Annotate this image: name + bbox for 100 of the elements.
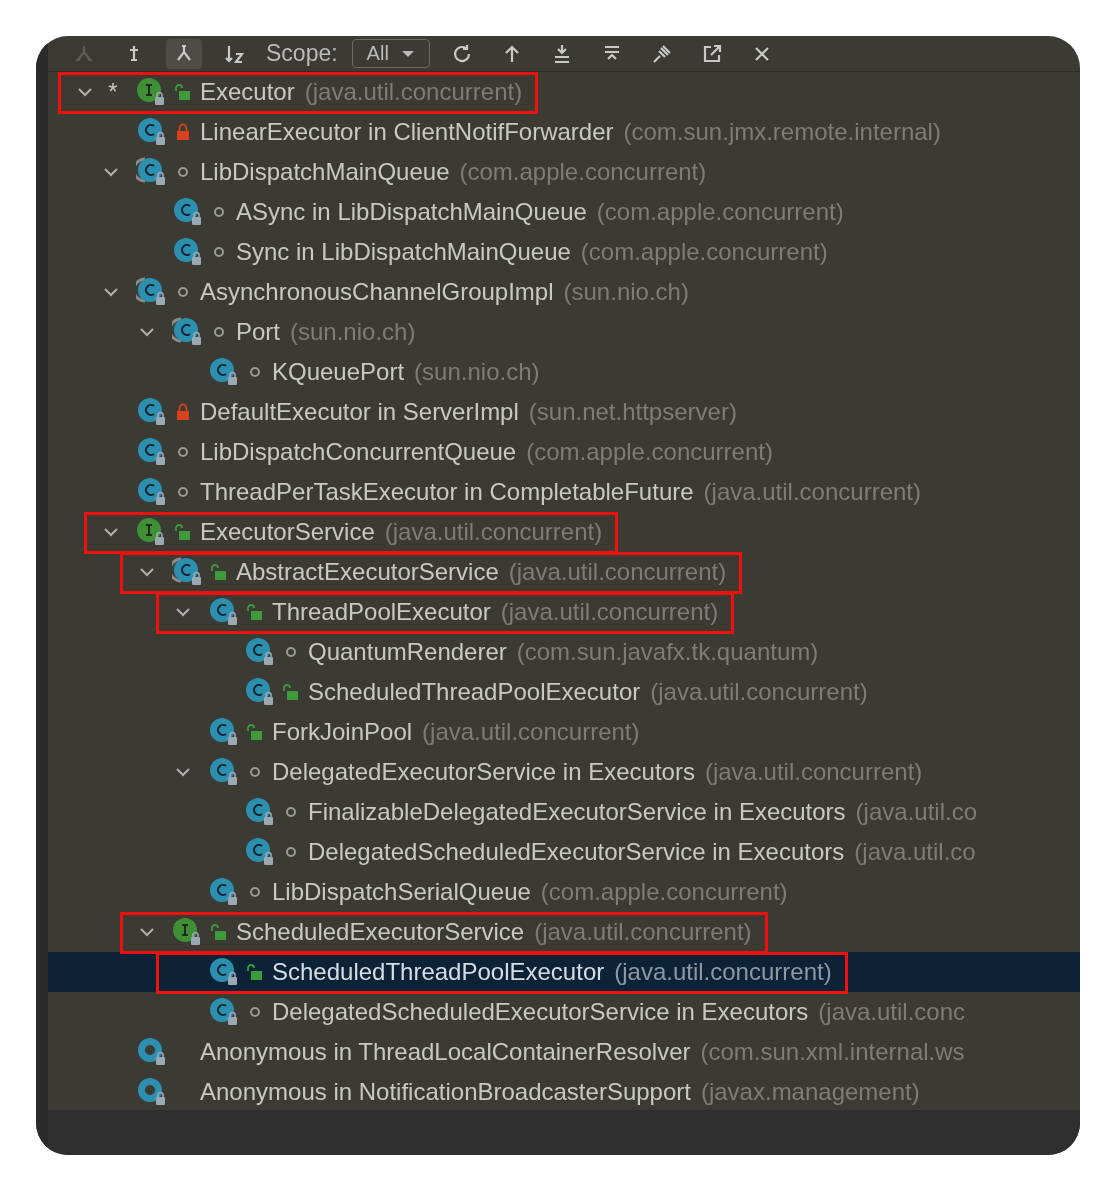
class-icon	[208, 357, 238, 387]
class-icon	[136, 397, 166, 427]
class-icon	[172, 197, 202, 227]
tree-row[interactable]: ScheduledThreadPoolExecutor (java.util.concurrent)	[48, 672, 1080, 712]
type-name: KQueuePort	[272, 358, 405, 386]
type-name: AbstractExecutorService	[236, 558, 499, 586]
type-name: DelegatedExecutorService in Executors	[272, 758, 695, 786]
package-name: (com.sun.xml.internal.ws	[700, 1038, 965, 1066]
tree-row[interactable]: KQueuePort (sun.nio.ch)	[48, 352, 1080, 392]
interface-icon	[136, 517, 166, 547]
class-icon	[208, 957, 238, 987]
tree-row[interactable]: LinearExecutor in ClientNotifForwarder (com.sun.jmx.remote.internal)	[48, 112, 1080, 152]
type-name: LibDispatchSerialQueue	[272, 878, 531, 906]
tree-row[interactable]: DelegatedScheduledExecutorService in Executors (java.util.conc	[48, 992, 1080, 1032]
package-name: (java.util.concurrent)	[500, 598, 719, 626]
package-name: (com.sun.jmx.remote.internal)	[623, 118, 941, 146]
package-name: (java.util.concurrent)	[422, 718, 640, 746]
package-name: (javax.management)	[700, 1078, 920, 1106]
tree-row[interactable]: DefaultExecutor in ServerImpl (sun.net.httpserver)	[48, 392, 1080, 432]
anonymous-class-icon	[136, 1037, 166, 1067]
class-icon	[244, 637, 274, 667]
tree-row[interactable]: ThreadPerTaskExecutor in CompletableFuture (java.util.concurrent)	[48, 472, 1080, 512]
type-name: LibDispatchMainQueue	[200, 158, 450, 186]
abstract-class-icon	[172, 557, 202, 587]
package-name: (java.util.concurrent)	[534, 918, 752, 946]
class-icon	[208, 997, 238, 1027]
type-name: AsynchronousChannelGroupImpl	[200, 278, 554, 306]
type-name: QuantumRenderer	[308, 638, 507, 666]
class-icon	[208, 877, 238, 907]
abstract-class-icon	[136, 157, 166, 187]
package-name: (java.util.concurrent)	[614, 958, 832, 986]
type-name: Port	[236, 318, 280, 346]
package-name: (com.apple.concurrent)	[526, 438, 773, 466]
type-name: ForkJoinPool	[272, 718, 413, 746]
package-name: (sun.nio.ch)	[290, 318, 416, 346]
package-name: (java.util.conc	[818, 998, 966, 1026]
tree-row[interactable]: ExecutorService (java.util.concurrent)	[48, 512, 1080, 552]
package-name: (java.util.concurrent)	[704, 758, 923, 786]
tree-row[interactable]: ScheduledThreadPoolExecutor (java.util.concurrent)	[48, 952, 1080, 992]
tree-row[interactable]: Sync in LibDispatchMainQueue (com.apple.concurrent)	[48, 232, 1080, 272]
class-icon	[136, 477, 166, 507]
interface-icon	[172, 917, 202, 947]
class-icon	[208, 757, 238, 787]
type-name: Anonymous in NotificationBroadcasterSupport	[200, 1078, 691, 1106]
marker: *	[107, 78, 119, 106]
type-name: FinalizableDelegatedExecutorService in Executors	[308, 798, 846, 826]
tree-row[interactable]: LibDispatchConcurrentQueue (com.apple.concurrent)	[48, 432, 1080, 472]
class-icon	[244, 837, 274, 867]
class-icon	[244, 797, 274, 827]
type-name: Anonymous in ThreadLocalContainerResolver	[200, 1038, 691, 1066]
package-name: (sun.net.httpserver)	[528, 398, 737, 426]
package-name: (java.util.concurrent)	[508, 558, 727, 586]
class-icon	[208, 717, 238, 747]
type-name: DelegatedScheduledExecutorService in Executors	[308, 838, 845, 866]
package-name: (java.util.concurrent)	[703, 478, 921, 506]
abstract-class-icon	[172, 317, 202, 347]
tree-row[interactable]: DelegatedScheduledExecutorService in Executors (java.util.co	[48, 832, 1080, 872]
package-name: (com.apple.concurrent)	[580, 238, 828, 266]
type-name: ThreadPerTaskExecutor in CompletableFuture	[200, 478, 694, 506]
tree-row[interactable]: QuantumRenderer (com.sun.javafx.tk.quantum)	[48, 632, 1080, 672]
package-name: (java.util.concurrent)	[650, 678, 868, 706]
tree-row[interactable]: DelegatedExecutorService in Executors (java.util.concurrent)	[48, 752, 1080, 792]
tree-row[interactable]: * Executor (java.util.concurrent)	[48, 72, 1080, 112]
tree-row[interactable]: AbstractExecutorService (java.util.concurrent)	[48, 552, 1080, 592]
type-name: Executor	[200, 78, 295, 106]
package-name: (com.sun.javafx.tk.quantum)	[516, 638, 819, 666]
type-name: Sync in LibDispatchMainQueue	[236, 238, 571, 266]
scope-label: Scope:	[266, 40, 338, 67]
package-name: (sun.nio.ch)	[414, 358, 540, 386]
class-icon	[136, 437, 166, 467]
tree-row[interactable]: FinalizableDelegatedExecutorService in Executors (java.util.co	[48, 792, 1080, 832]
class-icon	[136, 117, 166, 147]
type-name: DefaultExecutor in ServerImpl	[200, 398, 519, 426]
type-name: DelegatedScheduledExecutorService in Executors	[272, 998, 809, 1026]
tree-row[interactable]: Anonymous in NotificationBroadcasterSupport (javax.management)	[48, 1072, 1080, 1110]
scope-dropdown[interactable]: All	[351, 39, 430, 68]
type-name: ScheduledThreadPoolExecutor	[308, 678, 641, 706]
package-name: (java.util.co	[855, 798, 977, 826]
abstract-class-icon	[136, 277, 166, 307]
class-icon	[244, 677, 274, 707]
tree-row[interactable]: ThreadPoolExecutor (java.util.concurrent)	[48, 592, 1080, 632]
subtypes-icon[interactable]	[166, 38, 202, 69]
tree-row[interactable]: ForkJoinPool (java.util.concurrent)	[48, 712, 1080, 752]
package-name: (sun.nio.ch)	[563, 278, 689, 306]
package-name: (java.util.concurrent)	[384, 518, 603, 546]
tree-row[interactable]: ASync in LibDispatchMainQueue (com.apple.concurrent)	[48, 192, 1080, 232]
tree-row[interactable]: AsynchronousChannelGroupImpl (sun.nio.ch)	[48, 272, 1080, 312]
class-icon	[208, 597, 238, 627]
package-name: (com.apple.concurrent)	[459, 158, 707, 186]
tree-row[interactable]: LibDispatchMainQueue (com.apple.concurrent)	[48, 152, 1080, 192]
type-name: ExecutorService	[200, 518, 375, 546]
package-name: (java.util.concurrent)	[304, 78, 523, 106]
package-name: (java.util.co	[854, 838, 976, 866]
tree-row[interactable]: Port (sun.nio.ch)	[48, 312, 1080, 352]
tree-row[interactable]: LibDispatchSerialQueue (com.apple.concurrent)	[48, 872, 1080, 912]
tree-row[interactable]: Anonymous in ThreadLocalContainerResolver (com.sun.xml.internal.ws	[48, 1032, 1080, 1072]
type-name: LinearExecutor in ClientNotifForwarder	[200, 118, 614, 146]
class-icon	[172, 237, 202, 267]
package-name: (com.apple.concurrent)	[540, 878, 788, 906]
type-name: ThreadPoolExecutor	[272, 598, 491, 626]
